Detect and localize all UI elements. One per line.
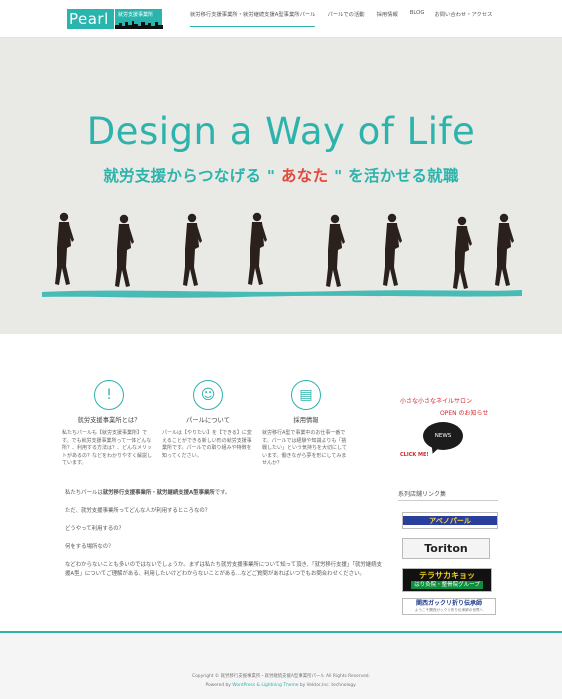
banner-label: アベノパール — [403, 516, 497, 525]
banner-sublabel: ようこそ関西ガックリ折り伝承師の世界へ — [414, 608, 484, 612]
banner-label: 関西ガックリ折り伝承師 — [415, 600, 482, 607]
feature-text: パールは【やりたい】を【できる】に変えることができる新しい形の就労支援事業所です… — [162, 430, 252, 459]
site-footer: Copyright © 就労移行支援事業所・就労継続支援A型事業所パール All… — [0, 631, 562, 699]
smile-icon: ☺ — [193, 380, 223, 410]
logo-badge: 就労支援事業所 — [114, 9, 163, 29]
logo-text: Pearl — [67, 9, 114, 29]
feature-title: パールについて — [186, 417, 230, 424]
nail-line-2: OPEN のお知らせ — [440, 410, 489, 417]
powered-post: by Vektor,Inc. technology. — [298, 683, 357, 688]
feature-about-support[interactable]: ! 就労支援事業所とは？ 私たちパールも【就労支援事業所】です。でも就労支援事業… — [62, 380, 156, 468]
click-me-label: CLICK ME! — [400, 452, 429, 458]
logo-subtitle: 就労支援事業所 — [118, 12, 154, 18]
feature-title: 就労支援事業所とは？ — [77, 417, 141, 424]
intro-suffix: です。 — [214, 490, 231, 496]
powered-pre: Powered by — [205, 683, 233, 688]
intro-text: 私たちパールは就労移行支援事業所・就労継続支援A型事業所です。 — [65, 489, 385, 498]
banner-toriton[interactable]: Toriton — [402, 538, 490, 559]
nav-item-home[interactable]: 就労移行支援事業所・就労継続支援A型事業所パール — [190, 10, 316, 27]
feature-title: 採用情報 — [293, 417, 319, 424]
site-logo[interactable]: Pearl 就労支援事業所 — [67, 9, 163, 29]
intro-prefix: 私たちパールは — [65, 490, 103, 496]
feature-text: 就労移行A型で事業中のお仕事一番です。パールでは経験や知識よりも「挑戦したい」と… — [262, 430, 347, 467]
copyright-text: Copyright © 就労移行支援事業所・就労継続支援A型事業所パール All… — [192, 674, 370, 679]
nav-item-activities[interactable]: パールでの活動 — [327, 10, 364, 27]
powered-by-text: Powered by WordPress & Lightning Theme b… — [0, 683, 562, 688]
hero-banner: Design a Way of Life 就労支援からつなげる " あなた " … — [0, 38, 562, 334]
skyline-icon — [115, 21, 163, 29]
nail-line-1: 小さな小さなネイルサロン — [400, 398, 473, 405]
feature-text: 私たちパールも【就労支援事業所】です。でも就労支援事業所って一体どんな所？、利用… — [62, 430, 153, 467]
nail-salon-banner[interactable]: 小さな小さなネイルサロン OPEN のお知らせ NEWS CLICK ME! — [400, 396, 510, 471]
banner-kansai-gakkuri[interactable]: 関西ガックリ折り伝承師 ようこそ関西ガックリ折り伝承師の世界へ — [402, 598, 496, 615]
hero-subtitle-highlight: あなた — [275, 167, 335, 185]
banner-label: テラサカキョッ — [419, 571, 475, 580]
intro-bold: 就労移行支援事業所・就労継続支援A型事業所 — [102, 490, 215, 496]
nav-item-contact[interactable]: お問い合わせ・アクセス — [434, 10, 492, 27]
exclamation-icon: ! — [94, 380, 124, 410]
powered-link[interactable]: WordPress & Lightning Theme — [232, 683, 298, 688]
news-bubble: NEWS — [423, 422, 463, 450]
banner-abeno-pearl[interactable]: アベノパール — [402, 512, 498, 529]
question-3: 何をする場所なの？ — [65, 544, 114, 550]
banner-label: Toriton — [424, 542, 468, 555]
hero-subtitle-pre: 就労支援からつなげる " — [103, 167, 276, 185]
hero-subtitle: 就労支援からつなげる " あなた " を活かせる就職 — [0, 164, 562, 186]
site-header: Pearl 就労支援事業所 就労移行支援事業所・就労継続支援A型事業所パール パ… — [0, 0, 562, 38]
clipboard-icon: ▤ — [291, 380, 321, 410]
banner-sublabel: はり灸院・整骨院グループ — [411, 581, 483, 589]
links-heading: 系列店舗リンク集 — [398, 489, 498, 501]
nav-item-blog[interactable]: BLOG — [410, 10, 425, 27]
question-1: ただ、就労支援事業所ってどんな人が利用するところなの？ — [65, 508, 211, 514]
nav-item-recruit[interactable]: 採用情報 — [377, 10, 398, 27]
hero-title: Design a Way of Life — [86, 110, 476, 153]
hero-subtitle-post: " を活かせる就職 — [334, 167, 459, 185]
banner-terasaka[interactable]: テラサカキョッ はり灸院・整骨院グループ — [402, 568, 492, 592]
question-2: どうやって利用するの？ — [65, 526, 125, 532]
main-nav: 就労移行支援事業所・就労継続支援A型事業所パール パールでの活動 採用情報 BL… — [190, 10, 492, 27]
feature-about-pearl[interactable]: ☺ パールについて パールは【やりたい】を【できる】に変えることができる新しい形… — [162, 380, 254, 460]
intro-paragraph: などわからないことも多いのではないでしょうか。まずは私たち就労支援事業所について… — [65, 562, 382, 577]
feature-recruit[interactable]: ▤ 採用情報 就労移行A型で事業中のお仕事一番です。パールでは経験や知識よりも「… — [262, 380, 350, 468]
walking-people-illustration — [42, 212, 522, 298]
